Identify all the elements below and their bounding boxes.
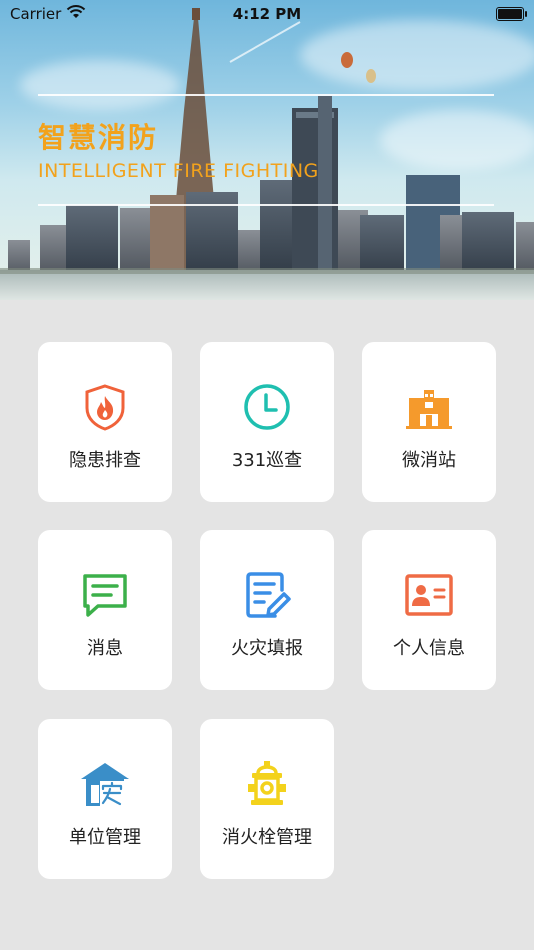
hydrant-icon	[248, 761, 286, 805]
menu-item-label: 消息	[87, 638, 123, 659]
menu-item-label: 个人信息	[393, 638, 465, 659]
menu-item-hydrant-management[interactable]: 消火栓管理	[200, 719, 334, 879]
fire-station-icon	[406, 390, 452, 429]
battery-icon	[496, 7, 527, 21]
status-bar: Carrier 4:12 PM	[0, 0, 534, 30]
status-time: 4:12 PM	[232, 5, 302, 23]
banner-title-en: INTELLIGENT FIRE FIGHTING	[38, 160, 319, 182]
menu-item-personal-info[interactable]: 个人信息	[362, 530, 496, 690]
clock-icon	[244, 384, 290, 430]
menu-item-label: 消火栓管理	[222, 827, 312, 848]
banner-top-rule	[38, 94, 494, 96]
menu-item-label: 隐患排查	[69, 450, 141, 471]
menu-item-label: 331巡查	[231, 450, 303, 471]
banner-bottom-rule	[38, 204, 494, 206]
message-icon	[83, 574, 127, 617]
building-safety-icon	[81, 763, 129, 806]
menu-item-messages[interactable]: 消息	[38, 530, 172, 690]
menu-item-hazard-inspection[interactable]: 隐患排查	[38, 342, 172, 502]
banner-title-cn: 智慧消防	[38, 121, 159, 154]
id-card-icon	[405, 574, 453, 616]
menu-item-fire-report[interactable]: 火灾填报	[200, 530, 334, 690]
menu-item-micro-fire-station[interactable]: 微消站	[362, 342, 496, 502]
report-edit-icon	[246, 572, 291, 618]
banner: 智慧消防 INTELLIGENT FIRE FIGHTING	[0, 0, 534, 300]
menu-item-label: 微消站	[402, 450, 456, 471]
menu-item-unit-management[interactable]: 单位管理	[38, 719, 172, 879]
fire-shield-icon	[85, 384, 125, 431]
menu-item-331-patrol[interactable]: 331巡查	[200, 342, 334, 502]
menu-item-label: 单位管理	[69, 827, 141, 848]
menu-item-label: 火灾填报	[231, 638, 303, 659]
